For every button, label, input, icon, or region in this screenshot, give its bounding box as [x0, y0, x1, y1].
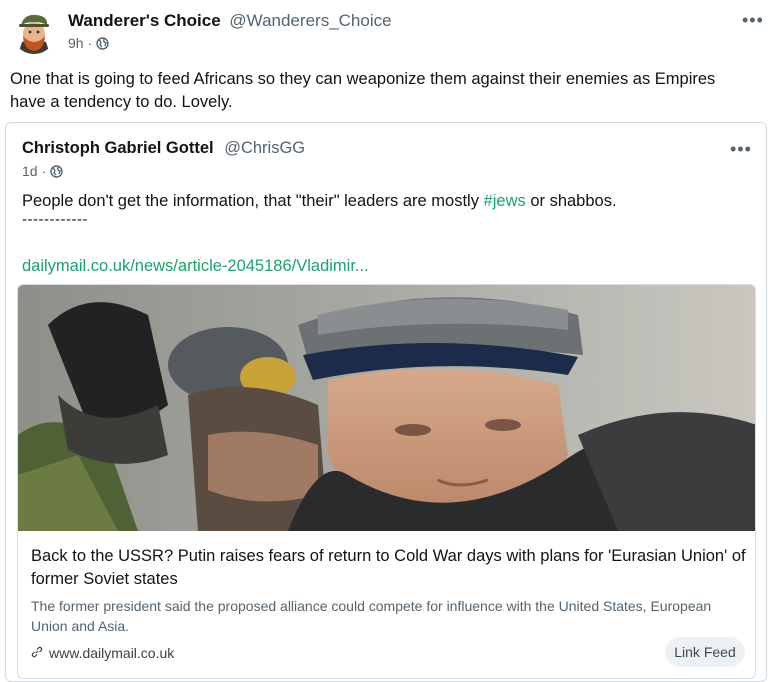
author-avatar[interactable]	[12, 10, 56, 54]
article-description: The former president said the proposed a…	[31, 598, 712, 634]
quoted-more-button[interactable]: •••	[730, 139, 752, 160]
author-name[interactable]: Wanderer's Choice	[68, 11, 221, 30]
quoted-text: People don't get the information, that "…	[22, 189, 742, 213]
link-icon	[31, 645, 43, 661]
post-more-button[interactable]: •••	[742, 10, 764, 31]
post-meta: 9h ·	[68, 35, 109, 51]
article-domain[interactable]: www.dailymail.co.uk	[31, 645, 174, 661]
post-author: Wanderer's Choice @Wanderers_Choice	[68, 11, 392, 31]
more-dots-icon: •••	[730, 139, 752, 159]
globe-icon	[96, 36, 109, 50]
more-dots-icon: •••	[742, 10, 764, 30]
meta-separator: ·	[87, 35, 93, 51]
quoted-text-start: People don't get the information, that "…	[22, 192, 484, 210]
post-text: One that is going to feed Africans so th…	[10, 70, 716, 111]
quoted-meta-separator: ·	[41, 163, 47, 179]
quoted-author-name[interactable]: Christoph Gabriel Gottel	[22, 139, 214, 157]
quoted-meta: 1d ·	[22, 163, 63, 179]
post-time[interactable]: 9h	[68, 35, 84, 51]
quoted-time[interactable]: 1d	[22, 163, 38, 179]
quoted-post[interactable]: Christoph Gabriel Gottel @ChrisGG 1d · •…	[5, 122, 767, 682]
quoted-text-end: or shabbos.	[525, 192, 617, 210]
quoted-author-handle[interactable]: @ChrisGG	[224, 139, 305, 157]
globe-icon	[50, 164, 63, 178]
domain-text: www.dailymail.co.uk	[49, 645, 175, 661]
article-image[interactable]	[18, 285, 755, 531]
quoted-author: Christoph Gabriel Gottel @ChrisGG	[22, 139, 305, 158]
text-separator: ------------	[22, 211, 88, 228]
article-link[interactable]: dailymail.co.uk/news/article-2045186/Vla…	[22, 257, 369, 276]
article-title[interactable]: Back to the USSR? Putin raises fears of …	[31, 545, 746, 591]
link-preview-card[interactable]: Back to the USSR? Putin raises fears of …	[17, 284, 756, 679]
link-feed-button[interactable]: Link Feed	[665, 637, 745, 667]
hashtag-link[interactable]: #jews	[484, 192, 526, 210]
author-handle[interactable]: @Wanderers_Choice	[229, 11, 391, 30]
post: Wanderer's Choice @Wanderers_Choice 9h ·…	[0, 0, 772, 682]
